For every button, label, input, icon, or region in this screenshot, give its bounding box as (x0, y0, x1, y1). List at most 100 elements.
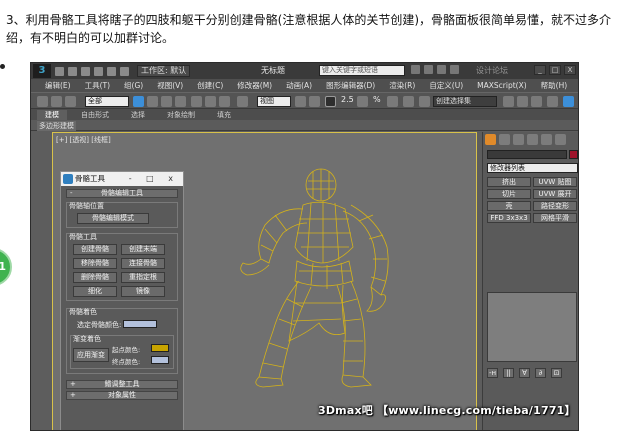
wireframe-character[interactable] (203, 163, 403, 393)
menu-customize[interactable]: 自定义(U) (429, 80, 463, 91)
object-name-field[interactable] (487, 150, 567, 159)
select-manipulate-icon[interactable] (309, 96, 320, 107)
save-file-icon[interactable] (81, 66, 90, 76)
green-side-badge[interactable]: 1 (0, 248, 12, 286)
maximize-button[interactable]: □ (549, 65, 561, 75)
bone-edit-mode-button[interactable]: 骨骼编辑模式 (77, 213, 149, 224)
modifier-stack[interactable] (487, 292, 577, 362)
unlink-icon[interactable] (51, 96, 62, 107)
align-icon[interactable] (517, 96, 528, 107)
redo-icon[interactable] (107, 66, 116, 76)
snap-toggle[interactable]: 2.5 (341, 95, 354, 104)
percent-snap[interactable]: % (373, 95, 381, 104)
render-setup-icon[interactable] (563, 96, 574, 107)
start-color-swatch[interactable] (151, 344, 169, 352)
selected-bone-color-swatch[interactable] (123, 320, 157, 328)
rollout-object-properties[interactable]: + 对象属性 (66, 391, 178, 400)
named-selection-sets-dropdown[interactable]: 创建选择集 (433, 96, 497, 107)
meshsmooth-button[interactable]: 网格平滑 (533, 213, 577, 223)
display-tab-icon[interactable] (541, 134, 552, 145)
link-icon[interactable] (37, 96, 48, 107)
keyboard-shortcut-icon[interactable] (325, 96, 336, 107)
select-object-icon[interactable] (133, 96, 144, 107)
angle-snap-icon[interactable] (357, 96, 368, 107)
project-folder-icon[interactable] (120, 66, 129, 76)
close-button[interactable]: X (564, 65, 576, 75)
select-by-name-icon[interactable] (147, 96, 158, 107)
minimize-button[interactable]: _ (534, 65, 546, 75)
mirror-icon[interactable] (503, 96, 514, 107)
star-icon[interactable] (437, 65, 446, 74)
delete-bone-button[interactable]: 删除骨骼 (73, 272, 117, 283)
tab-object-paint[interactable]: 对象绘制 (159, 110, 203, 120)
uvw-unwrap-button[interactable]: UVW 展开 (533, 189, 577, 199)
rotate-icon[interactable] (205, 96, 216, 107)
search-icon[interactable] (411, 65, 420, 74)
remove-modifier-icon[interactable]: ∂ (535, 368, 546, 378)
shell-button[interactable]: 壳 (487, 201, 531, 211)
tab-selection[interactable]: 选择 (123, 110, 153, 120)
menu-edit[interactable]: 编辑(E) (45, 80, 71, 91)
ffd-button[interactable]: FFD 3x3x3 (487, 213, 531, 223)
help-icon[interactable] (450, 65, 459, 74)
mirror-button[interactable]: 镜像 (121, 286, 165, 297)
refine-button[interactable]: 细化 (73, 286, 117, 297)
window-crossing-icon[interactable] (175, 96, 186, 107)
end-color-swatch[interactable] (151, 356, 169, 364)
new-file-icon[interactable] (55, 66, 64, 76)
selection-filter-dropdown[interactable]: 全部 (85, 96, 129, 107)
scale-icon[interactable] (219, 96, 230, 107)
motion-tab-icon[interactable] (527, 134, 538, 145)
named-selection-icon[interactable] (419, 96, 430, 107)
remove-bone-button[interactable]: 移除骨骼 (73, 258, 117, 269)
menu-modifiers[interactable]: 修改器(M) (237, 80, 272, 91)
create-bones-button[interactable]: 创建骨骼 (73, 244, 117, 255)
hierarchy-tab-icon[interactable] (513, 134, 524, 145)
modifier-list-dropdown[interactable]: 修改器列表 (487, 163, 578, 173)
reference-coordinate-dropdown[interactable]: 视图 (257, 96, 291, 107)
tab-modeling[interactable]: 建模 (37, 109, 67, 120)
menu-tools[interactable]: 工具(T) (85, 80, 110, 91)
menu-graph-editors[interactable]: 图形编辑器(D) (326, 80, 375, 91)
open-file-icon[interactable] (68, 66, 77, 76)
app-logo-icon[interactable]: 3 (33, 64, 51, 78)
viewport-label[interactable]: [+] [透视] [线框] (56, 135, 111, 145)
rollout-bone-edit[interactable]: - 骨骼编辑工具 (66, 189, 178, 198)
menu-create[interactable]: 创建(C) (197, 80, 223, 91)
create-end-button[interactable]: 创建末端 (121, 244, 165, 255)
spinner-snap-icon[interactable] (387, 96, 398, 107)
uvw-map-button[interactable]: UVW 贴图 (533, 177, 577, 187)
show-end-result-icon[interactable]: || (503, 368, 514, 378)
configure-sets-icon[interactable]: ⊡ (551, 368, 562, 378)
workspace-dropdown[interactable]: 工作区: 默认 (137, 65, 191, 77)
object-color-swatch[interactable] (569, 150, 578, 159)
reference-coord-icon[interactable] (237, 96, 248, 107)
reassign-root-button[interactable]: 重指定根 (121, 272, 165, 283)
menu-animation[interactable]: 动画(A) (286, 80, 312, 91)
menu-group[interactable]: 组(G) (124, 80, 143, 91)
tab-populate[interactable]: 填充 (209, 110, 239, 120)
layer-manager-icon[interactable] (531, 96, 542, 107)
rect-selection-icon[interactable] (161, 96, 172, 107)
menu-rendering[interactable]: 渲染(R) (389, 80, 415, 91)
slice-button[interactable]: 切片 (487, 189, 531, 199)
make-unique-icon[interactable]: ∀ (519, 368, 530, 378)
people-icon[interactable] (424, 65, 433, 74)
polygon-modeling-button[interactable]: 多边形建模 (37, 121, 76, 131)
modify-tab-icon[interactable] (499, 134, 510, 145)
search-input[interactable]: 键入关键字或短语 (319, 65, 405, 76)
apply-gradient-button[interactable]: 应用渐变 (73, 348, 109, 362)
graphite-toggle-icon[interactable] (547, 96, 558, 107)
connect-bones-button[interactable]: 连接骨骼 (121, 258, 165, 269)
path-deform-button[interactable]: 路径变形 (533, 201, 577, 211)
pin-stack-icon[interactable]: -н (487, 368, 498, 378)
utilities-tab-icon[interactable] (555, 134, 566, 145)
move-icon[interactable] (191, 96, 202, 107)
pivot-center-icon[interactable] (295, 96, 306, 107)
rollout-fin-tools[interactable]: + 鳍调整工具 (66, 380, 178, 389)
undo-icon[interactable] (94, 66, 103, 76)
bind-space-warp-icon[interactable] (65, 96, 76, 107)
extrude-button[interactable]: 挤出 (487, 177, 531, 187)
menu-maxscript[interactable]: MAXScript(X) (477, 81, 526, 90)
create-tab-icon[interactable] (485, 134, 496, 145)
